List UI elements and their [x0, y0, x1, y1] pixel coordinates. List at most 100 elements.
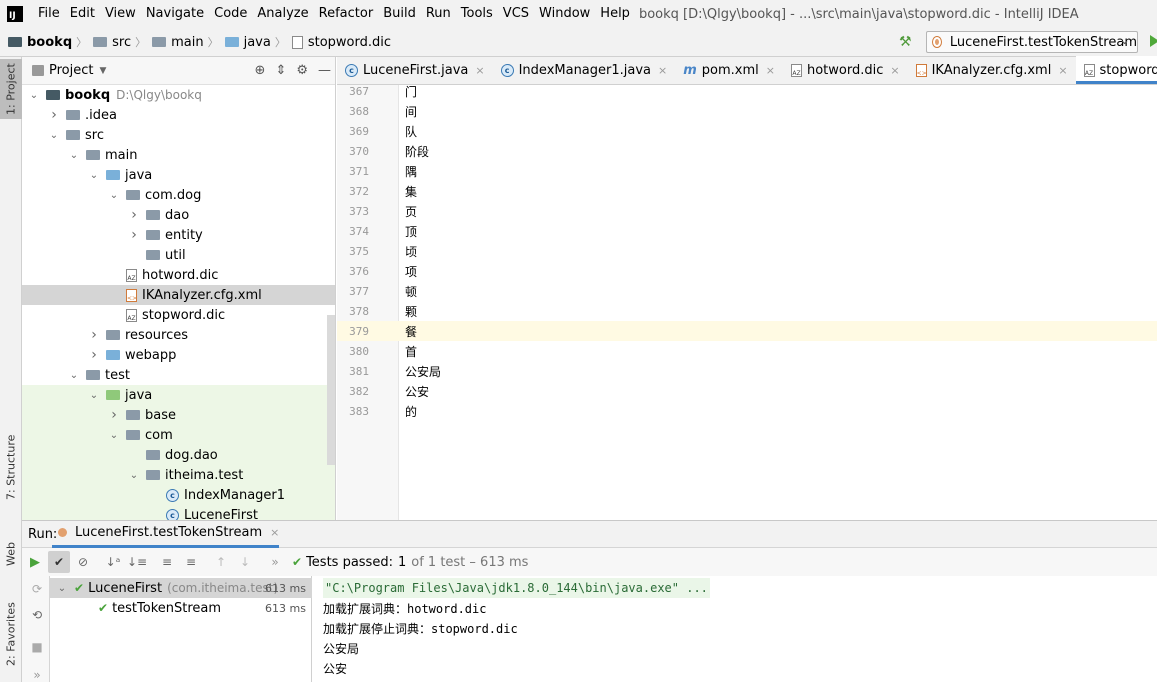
close-icon[interactable]: × [1058, 64, 1067, 77]
tool-tab-web[interactable]: Web [0, 532, 22, 577]
tree-item[interactable]: ⌄ com [22, 425, 335, 445]
more-icon[interactable]: » [264, 551, 286, 573]
close-icon[interactable]: × [766, 64, 775, 77]
code-line[interactable]: 376 项 [337, 261, 1157, 281]
breadcrumb-item[interactable]: stopword.dic [291, 35, 391, 50]
code-line[interactable]: 373 页 [337, 201, 1157, 221]
menu-item-file[interactable]: File [33, 0, 65, 28]
tree-item[interactable]: › webapp [22, 345, 335, 365]
chevron-down-icon[interactable]: ⌄ [128, 470, 140, 481]
menu-item-build[interactable]: Build [378, 0, 421, 28]
breadcrumb-item[interactable]: java [224, 35, 271, 50]
minimize-icon[interactable]: — [318, 63, 331, 78]
tree-item[interactable]: ⌄ main [22, 145, 335, 165]
close-icon[interactable]: × [658, 64, 667, 77]
next-failed-icon[interactable]: ↓ [234, 551, 256, 573]
editor[interactable]: 367 门 368 间 369 队 370 阶段 371 隅 372 集 373 页 374 顶 375 顷 376… [337, 85, 1157, 520]
expand-all-icon[interactable]: ≡ [156, 551, 178, 573]
stop-icon[interactable]: ■ [26, 636, 48, 658]
chevron-down-icon[interactable]: ▼ [99, 66, 106, 76]
menu-item-vcs[interactable]: VCS [498, 0, 534, 28]
chevron-right-icon[interactable]: › [128, 207, 140, 223]
tree-item[interactable]: c LuceneFirst [22, 505, 335, 520]
menu-item-navigate[interactable]: Navigate [141, 0, 209, 28]
editor-tab[interactable]: AZstopword.dic× [1075, 56, 1157, 84]
menu-item-analyze[interactable]: Analyze [252, 0, 313, 28]
chevron-right-icon[interactable]: › [88, 347, 100, 363]
run-tab[interactable]: LuceneFirst.testTokenStream × [52, 520, 280, 548]
code-line[interactable]: 374 顶 [337, 221, 1157, 241]
project-panel-title[interactable]: Project [49, 63, 93, 78]
chevron-right-icon[interactable]: › [48, 107, 60, 123]
collapse-all-tests-icon[interactable]: ≡ [180, 551, 202, 573]
editor-tab[interactable]: c IndexManager1.java × [493, 56, 676, 84]
menu-item-refactor[interactable]: Refactor [314, 0, 379, 28]
code-line[interactable]: 382 公安 [337, 381, 1157, 401]
breadcrumb-item[interactable]: src [93, 35, 131, 50]
chevron-down-icon[interactable]: ⌄ [108, 430, 120, 441]
chevron-down-icon[interactable]: ⌄ [68, 370, 80, 381]
code-line[interactable]: 381 公安局 [337, 361, 1157, 381]
previous-failed-icon[interactable]: ↑ [210, 551, 232, 573]
chevron-down-icon[interactable]: ⌄ [28, 90, 40, 101]
show-passed-icon[interactable]: ✔ [48, 551, 70, 573]
tool-tab-structure[interactable]: 7: Structure [0, 432, 22, 502]
tree-item[interactable]: › base [22, 405, 335, 425]
chevron-down-icon[interactable]: ⌄ [108, 190, 120, 201]
code-line[interactable]: 377 顿 [337, 281, 1157, 301]
chevron-down-icon[interactable]: ⌄ [68, 150, 80, 161]
menu-item-code[interactable]: Code [209, 0, 252, 28]
run-icon[interactable] [1150, 35, 1157, 47]
tree-item[interactable]: AZ stopword.dic [22, 305, 335, 325]
close-icon[interactable]: × [475, 64, 484, 77]
tree-item[interactable]: ⌄ java [22, 385, 335, 405]
code-line[interactable]: 367 门 [337, 81, 1157, 101]
chevron-down-icon[interactable]: ⌄ [88, 170, 100, 181]
tree-item[interactable]: › dao [22, 205, 335, 225]
close-icon[interactable]: × [270, 526, 279, 539]
tool-tab-project[interactable]: 1: Project [0, 59, 22, 119]
rerun-icon[interactable]: ▶ [24, 551, 46, 573]
tool-tab-favorites[interactable]: 2: Favorites [0, 592, 22, 677]
editor-tab[interactable]: <> IKAnalyzer.cfg.xml × [908, 56, 1076, 84]
build-hammer-icon[interactable]: ⚒ [899, 34, 915, 50]
code-line[interactable]: 372 集 [337, 181, 1157, 201]
code-line[interactable]: 380 首 [337, 341, 1157, 361]
tree-item[interactable]: ⌄ com.dog [22, 185, 335, 205]
tree-scrollbar[interactable] [327, 315, 335, 465]
tree-item[interactable]: c IndexManager1 [22, 485, 335, 505]
menu-item-window[interactable]: Window [534, 0, 595, 28]
editor-tab[interactable]: AZ hotword.dic × [783, 56, 908, 84]
tree-item[interactable]: AZ hotword.dic [22, 265, 335, 285]
collapse-all-icon[interactable]: ⇕ [275, 63, 286, 78]
menu-item-tools[interactable]: Tools [456, 0, 498, 28]
chevron-down-icon[interactable]: ⌄ [48, 130, 60, 141]
tree-item[interactable]: <> IKAnalyzer.cfg.xml [22, 285, 335, 305]
tree-item[interactable]: util [22, 245, 335, 265]
tree-item[interactable]: › .idea [22, 105, 335, 125]
locate-icon[interactable]: ⊕ [255, 63, 266, 78]
chevron-down-icon[interactable]: ⌄ [56, 583, 68, 594]
tree-item[interactable]: ⌄ bookq D:\Qlgy\bookq [22, 85, 335, 105]
chevron-right-icon[interactable]: › [108, 407, 120, 423]
code-line[interactable]: 369 队 [337, 121, 1157, 141]
code-line[interactable]: 375 顷 [337, 241, 1157, 261]
test-suite-row[interactable]: ⌄ ✔ LuceneFirst (com.itheima.test) 613 m… [50, 578, 312, 598]
tree-item[interactable]: ⌄ test [22, 365, 335, 385]
sort-duration-icon[interactable]: ↓≡ [126, 551, 148, 573]
tree-item[interactable]: ⌄ java [22, 165, 335, 185]
code-line[interactable]: 379 餐 [337, 321, 1157, 341]
editor-tab[interactable]: m pom.xml × [675, 56, 783, 84]
chevron-down-icon[interactable]: ⌄ [88, 390, 100, 401]
code-line[interactable]: 371 隅 [337, 161, 1157, 181]
menu-item-help[interactable]: Help [595, 0, 635, 28]
sort-alpha-icon[interactable]: ↓ᵃ [102, 551, 124, 573]
breadcrumb-item[interactable]: bookq [8, 35, 72, 50]
toggle-autotest-icon[interactable]: ⟲ [26, 604, 48, 626]
more-actions-icon[interactable]: » [26, 664, 48, 682]
code-line[interactable]: 368 间 [337, 101, 1157, 121]
test-case-row[interactable]: ✔ testTokenStream 613 ms [50, 598, 312, 618]
breadcrumb-item[interactable]: main [152, 35, 204, 50]
menu-item-view[interactable]: View [100, 0, 141, 28]
gear-icon[interactable]: ⚙ [296, 63, 308, 78]
